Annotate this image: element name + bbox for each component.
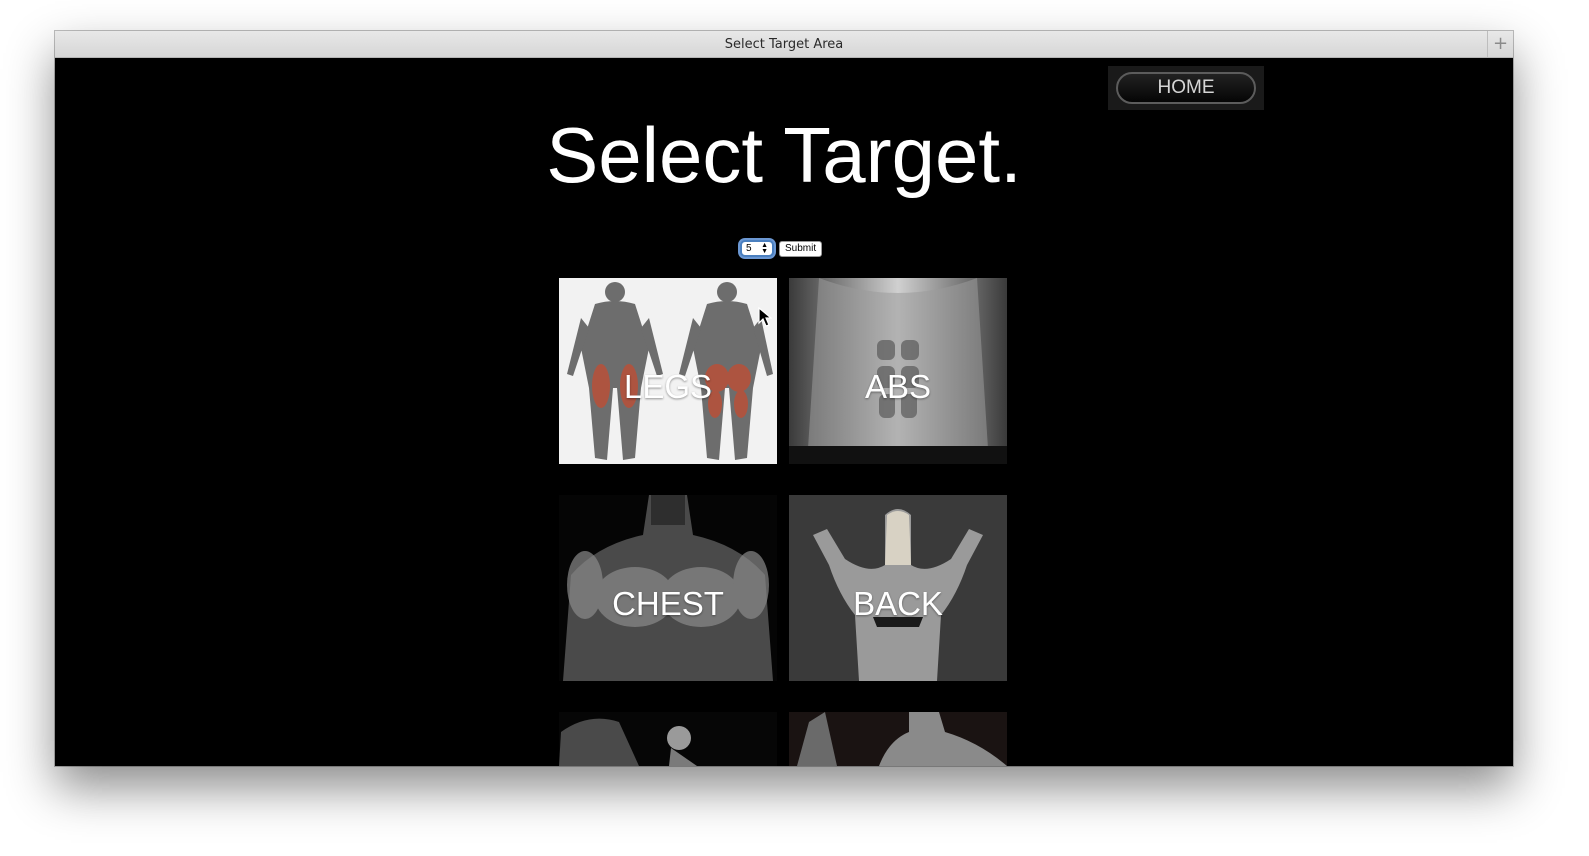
select-arrows-icon: ▲ ▼ (761, 241, 768, 255)
target-tile-6[interactable] (789, 712, 1007, 766)
target-label-chest: CHEST (612, 585, 724, 622)
target-tile-chest[interactable]: CHEST (559, 495, 777, 681)
mouse-cursor-icon (758, 307, 772, 327)
target-label-legs: LEGS (623, 368, 713, 405)
home-nav: HOME (1108, 66, 1264, 110)
window-title: Select Target Area (724, 36, 844, 52)
target-form: 5 ▲ ▼ Submit (740, 240, 823, 257)
target-5-image (559, 712, 777, 766)
target-tile-abs[interactable]: ABS (789, 278, 1007, 464)
submit-button[interactable]: Submit (779, 240, 823, 257)
target-tile-5[interactable] (559, 712, 777, 766)
home-button[interactable]: HOME (1116, 72, 1256, 104)
select-value: 5 (746, 243, 752, 254)
target-tile-legs[interactable]: LEGS (559, 278, 777, 464)
browser-window: Select Target Area + HOME Select Target.… (55, 31, 1513, 766)
title-bar: Select Target Area + (55, 31, 1513, 58)
target-tile-back[interactable]: BACK (789, 495, 1007, 681)
page-title: Select Target. (546, 111, 1022, 199)
target-label-back: BACK (853, 585, 943, 622)
plus-icon: + (1492, 33, 1509, 54)
target-count-select[interactable]: 5 ▲ ▼ (740, 240, 774, 257)
page-content: HOME Select Target. 5 ▲ ▼ Submit LEGS AB… (55, 58, 1513, 766)
target-label-abs: ABS (864, 368, 932, 405)
new-tab-button[interactable]: + (1487, 31, 1513, 57)
target-6-image (789, 712, 1007, 766)
